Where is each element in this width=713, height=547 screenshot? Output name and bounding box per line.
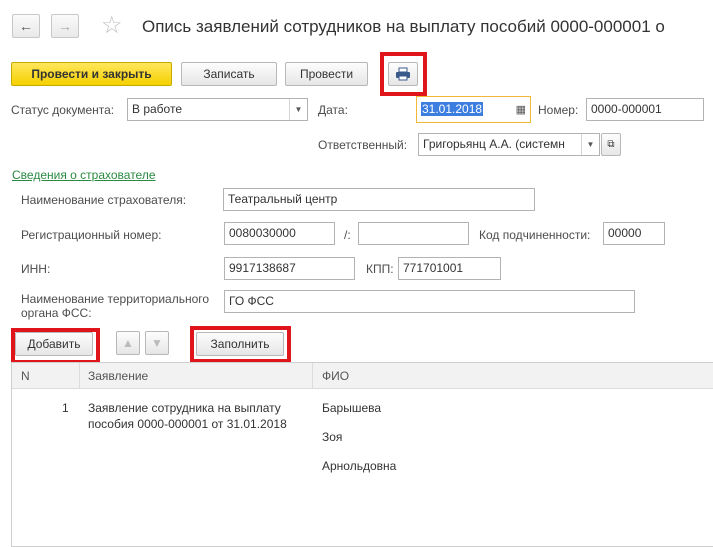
insurer-name-label: Наименование страхователя:	[21, 193, 187, 207]
statements-table: N Заявление ФИО 1 Заявление сотрудника н…	[11, 362, 713, 547]
fss-field[interactable]: ГО ФСС	[224, 290, 635, 313]
number-field[interactable]: 0000-000001	[586, 98, 704, 121]
move-down-button[interactable]: ▼	[145, 331, 169, 355]
row-fio-line2: Зоя	[322, 430, 343, 444]
favorite-star-icon[interactable]: ☆	[101, 14, 123, 38]
insurer-name-field[interactable]: Театральный центр	[223, 188, 535, 211]
inn-label: ИНН:	[21, 262, 51, 276]
chevron-down-icon[interactable]: ▼	[289, 99, 307, 120]
sub-code-field[interactable]: 00000	[603, 222, 665, 245]
reg-slash-label: /:	[344, 228, 351, 242]
highlight-fill	[190, 326, 291, 363]
arrow-up-icon: ▲	[122, 336, 134, 350]
column-divider	[79, 363, 80, 389]
date-value: 31.01.2018	[421, 102, 484, 116]
forward-button[interactable]: →	[51, 14, 79, 38]
status-select[interactable]: В работе ▼	[127, 98, 308, 121]
chevron-down-icon[interactable]: ▼	[581, 134, 599, 155]
insurer-info-link[interactable]: Сведения о страхователе	[12, 168, 156, 182]
open-responsible-button[interactable]: ⧉	[601, 133, 621, 156]
move-up-button[interactable]: ▲	[116, 331, 140, 355]
post-button[interactable]: Провести	[285, 62, 368, 86]
row-statement-line2: пособия 0000-000001 от 31.01.2018	[88, 417, 287, 431]
reg-number-field-2[interactable]	[358, 222, 469, 245]
row-statement-line1: Заявление сотрудника на выплату	[88, 401, 281, 415]
arrow-down-icon: ▼	[151, 336, 163, 350]
open-icon: ⧉	[607, 139, 615, 150]
highlight-add	[11, 328, 100, 364]
column-header-fio[interactable]: ФИО	[322, 369, 349, 383]
inn-field[interactable]: 9917138687	[224, 257, 355, 280]
save-button[interactable]: Записать	[181, 62, 277, 86]
fss-label-line1: Наименование территориального	[21, 292, 210, 306]
table-header: N Заявление ФИО	[12, 363, 713, 389]
column-header-n[interactable]: N	[21, 369, 30, 383]
row-fio-line3: Арнольдовна	[322, 459, 397, 473]
page-title: Опись заявлений сотрудников на выплату п…	[142, 17, 665, 36]
row-fio-line1: Барышева	[322, 401, 382, 415]
date-label: Дата:	[318, 103, 348, 117]
reg-number-field[interactable]: 0080030000	[224, 222, 335, 245]
highlight-print	[380, 52, 427, 96]
date-field[interactable]: 31.01.2018 ▦	[416, 96, 531, 123]
status-value: В работе	[132, 102, 183, 116]
responsible-label: Ответственный:	[318, 138, 408, 152]
number-label: Номер:	[538, 103, 579, 117]
back-button[interactable]: ←	[12, 14, 40, 38]
kpp-field[interactable]: 771701001	[398, 257, 501, 280]
fss-label-line2: органа ФСС:	[21, 306, 92, 320]
reg-number-label: Регистрационный номер:	[21, 228, 162, 242]
sub-code-label: Код подчиненности:	[479, 228, 591, 242]
arrow-left-icon: ←	[19, 18, 33, 34]
post-and-close-button[interactable]: Провести и закрыть	[11, 62, 172, 86]
column-divider	[312, 363, 313, 389]
responsible-select[interactable]: Григорьянц А.А. (системн ▼	[418, 133, 600, 156]
row-number: 1	[62, 401, 69, 415]
column-header-statement[interactable]: Заявление	[88, 369, 148, 383]
calendar-icon[interactable]: ▦	[516, 103, 526, 116]
kpp-label: КПП:	[366, 262, 394, 276]
arrow-right-icon: →	[58, 18, 72, 34]
responsible-value: Григорьянц А.А. (системн	[423, 137, 565, 151]
status-label: Статус документа:	[11, 103, 115, 117]
